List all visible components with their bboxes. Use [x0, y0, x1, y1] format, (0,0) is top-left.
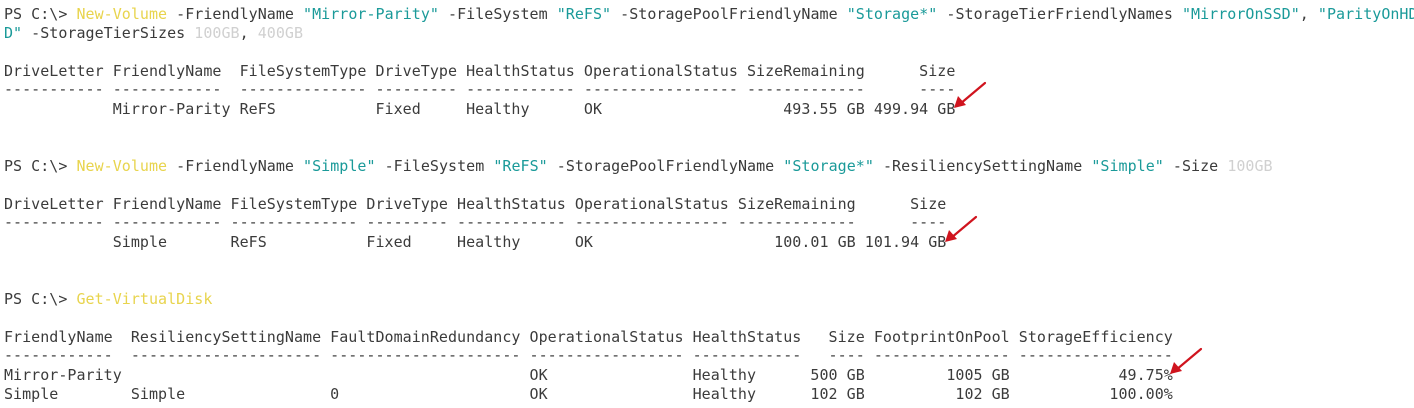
table-row: Mirror-Parity ReFS Fixed Healthy OK 493.…: [4, 100, 956, 118]
table-row: Simple ReFS Fixed Healthy OK 100.01 GB 1…: [4, 233, 947, 251]
prompt: PS C:\>: [4, 157, 77, 175]
cmdlet: New-Volume: [76, 5, 168, 23]
number-arg: 100GB: [1227, 157, 1273, 175]
red-arrow-icon: [954, 81, 987, 108]
parameter: -FriendlyName: [167, 5, 304, 23]
number-arg: 400GB: [257, 24, 304, 42]
parameter: -StoragePoolFriendlyName: [611, 5, 847, 23]
parameter: -FileSystem: [375, 157, 494, 175]
cmdlet: New-Volume: [76, 157, 168, 175]
separator: ,: [239, 24, 258, 42]
table-row: Mirror-Parity OK Healthy 500 GB 1005 GB …: [4, 366, 1173, 384]
table-row: Simple Simple 0 OK Healthy 102 GB 102 GB…: [4, 385, 1173, 403]
table-header: DriveLetter FriendlyName FileSystemType …: [4, 195, 947, 213]
prompt: PS C:\>: [4, 290, 77, 308]
parameter: -StoragePoolFriendlyName: [547, 157, 784, 175]
command-line-wrap: D" -StorageTierSizes 100GB, 400GB: [4, 24, 303, 43]
string-arg: "Simple": [303, 157, 376, 175]
separator: ,: [1299, 5, 1318, 23]
string-arg: "ReFS": [493, 157, 548, 175]
command-line-get-virtualdisk: PS C:\> Get-VirtualDisk: [4, 290, 212, 309]
table-rule: ------------ --------------------- -----…: [4, 346, 1173, 364]
parameter: -FriendlyName: [167, 157, 304, 175]
table-header: DriveLetter FriendlyName FileSystemType …: [4, 62, 956, 80]
number-arg: 100GB: [194, 24, 240, 42]
string-arg: "ReFS": [556, 5, 612, 23]
prompt: PS C:\>: [4, 5, 77, 23]
string-arg: "Mirror-Parity": [303, 5, 439, 23]
string-arg: "Storage*": [846, 5, 938, 23]
red-arrow-icon: [945, 215, 978, 242]
parameter: -StorageTierSizes: [22, 24, 195, 42]
red-arrow-icon: [1170, 347, 1203, 374]
string-arg: "ParityOnHD: [1317, 5, 1414, 23]
cmdlet: Get-VirtualDisk: [76, 290, 213, 308]
table-rule: ----------- ------------ -------------- …: [4, 213, 947, 231]
string-arg: "Simple": [1091, 157, 1164, 175]
command-line-new-volume-simple: PS C:\> New-Volume -FriendlyName "Simple…: [4, 157, 1273, 176]
table-header: FriendlyName ResiliencySettingName Fault…: [4, 328, 1173, 346]
parameter: -FileSystem: [438, 5, 557, 23]
parameter: -ResiliencySettingName: [873, 157, 1092, 175]
string-arg: D": [4, 24, 23, 42]
string-arg: "MirrorOnSSD": [1181, 5, 1300, 23]
parameter: -Size: [1163, 157, 1228, 175]
string-arg: "Storage*": [783, 157, 874, 175]
parameter: -StorageTierFriendlyNames: [937, 5, 1182, 23]
table-rule: ----------- ------------ -------------- …: [4, 80, 956, 98]
command-line-new-volume-mirror-parity: PS C:\> New-Volume -FriendlyName "Mirror…: [4, 5, 1414, 24]
